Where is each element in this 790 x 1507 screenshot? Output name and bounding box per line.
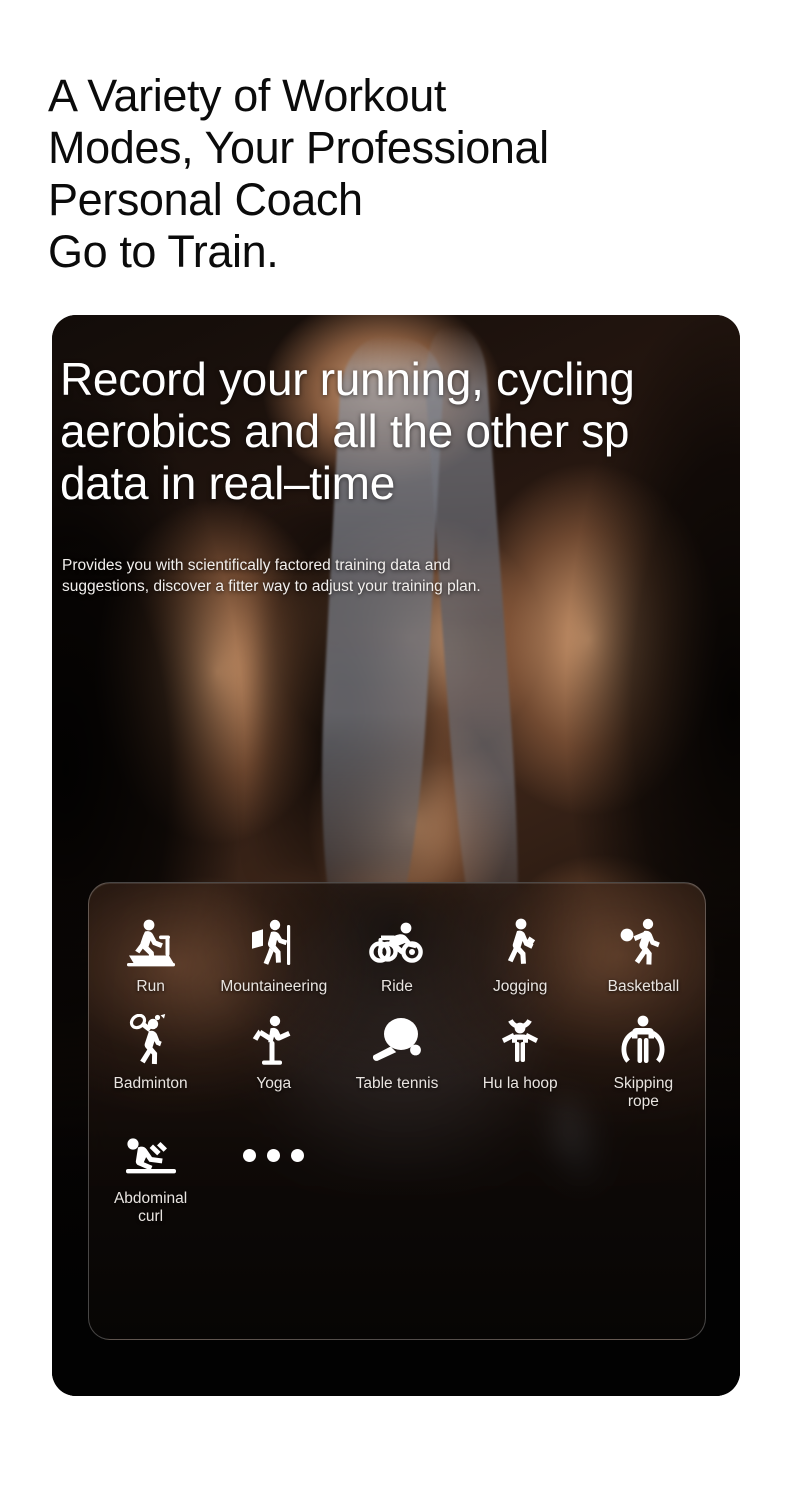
- workout-mode-label: Badminton: [113, 1075, 188, 1092]
- jogging-walk-icon: [500, 917, 540, 969]
- hero-subtitle: Provides you with scientifically factore…: [62, 557, 481, 595]
- hula-hoop-icon: [496, 1014, 544, 1066]
- cycling-ride-icon: [369, 917, 425, 969]
- workout-mode-label: Run: [136, 978, 165, 995]
- yoga-icon: [248, 1014, 300, 1066]
- workout-mode-label: Hu la hoop: [482, 1075, 558, 1092]
- workout-mode-item[interactable]: Mountaineering: [212, 917, 335, 996]
- more-dots-icon: [243, 1129, 305, 1181]
- workout-mode-item[interactable]: Ride: [335, 917, 458, 996]
- hero-card: Record your running, cycling aerobics an…: [52, 315, 740, 1396]
- workout-mode-label: Skipping rope: [613, 1075, 674, 1110]
- workout-mode-item[interactable]: [212, 1129, 335, 1226]
- treadmill-run-icon: [125, 917, 177, 969]
- workout-mode-label: Basketball: [607, 978, 680, 995]
- basketball-icon: [619, 917, 667, 969]
- workout-mode-label: Yoga: [256, 1075, 292, 1092]
- workout-mode-item[interactable]: Yoga: [212, 1014, 335, 1111]
- badminton-icon: [126, 1014, 176, 1066]
- workout-mode-label: Mountaineering: [220, 978, 328, 995]
- skipping-rope-icon: [619, 1014, 667, 1066]
- workout-mode-item[interactable]: Basketball: [582, 917, 705, 996]
- workout-mode-item[interactable]: Run: [89, 917, 212, 996]
- workout-mode-label: Jogging: [493, 978, 548, 995]
- workout-mode-item[interactable]: Table tennis: [335, 1014, 458, 1111]
- workout-mode-label: Abdominal curl: [113, 1190, 188, 1225]
- workout-modes-grid: Run Mountaineering Ride Jogging Basketba…: [89, 917, 705, 1226]
- page-title: A Variety of Workout Modes, Your Profess…: [48, 70, 549, 277]
- workout-mode-item[interactable]: Badminton: [89, 1014, 212, 1111]
- table-tennis-icon: [369, 1014, 425, 1066]
- mountaineering-hiker-icon: [249, 917, 299, 969]
- workout-modes-panel: Run Mountaineering Ride Jogging Basketba…: [88, 882, 706, 1340]
- workout-mode-item[interactable]: Skipping rope: [582, 1014, 705, 1111]
- workout-mode-item[interactable]: Jogging: [459, 917, 582, 996]
- more-dots-icon[interactable]: [243, 1148, 305, 1162]
- abdominal-curl-icon: [124, 1129, 178, 1181]
- workout-mode-label: Table tennis: [355, 1075, 439, 1092]
- workout-mode-label: Ride: [381, 978, 413, 995]
- workout-mode-item[interactable]: Abdominal curl: [89, 1129, 212, 1226]
- hero-headline: Record your running, cycling aerobics an…: [60, 353, 635, 509]
- workout-mode-item[interactable]: Hu la hoop: [459, 1014, 582, 1111]
